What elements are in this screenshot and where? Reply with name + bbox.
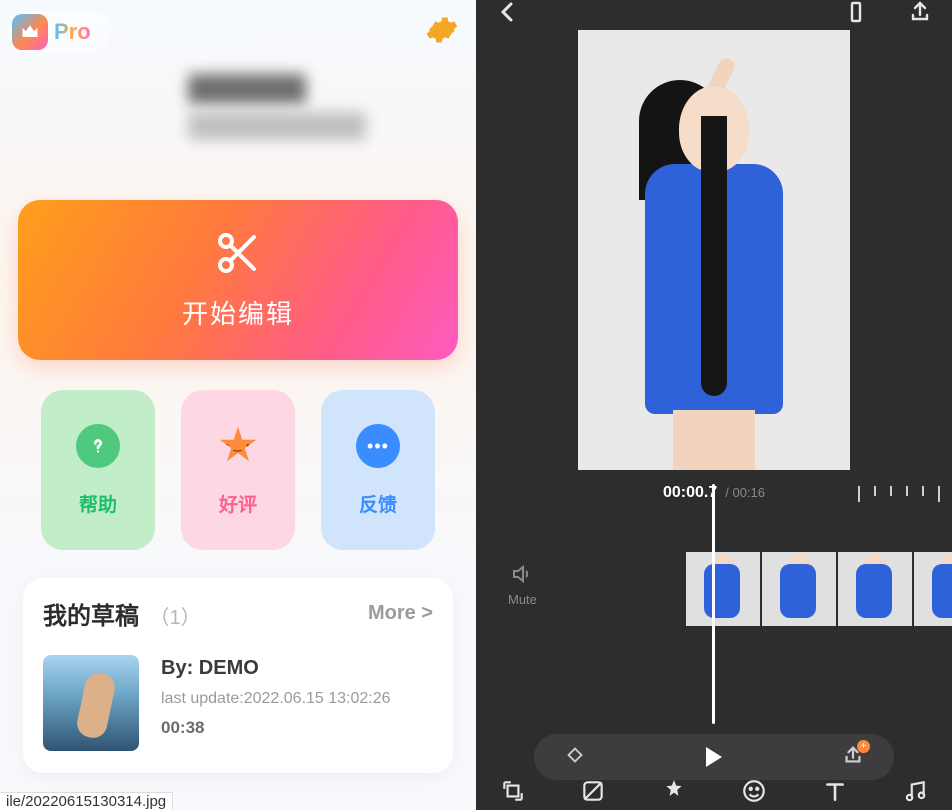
draft-meta: By: DEMO last update:2022.06.15 13:02:26… xyxy=(161,655,391,751)
scissors-icon xyxy=(214,229,262,282)
pro-badge[interactable]: Pro xyxy=(8,12,111,52)
draft-duration: 00:38 xyxy=(161,718,391,738)
user-info xyxy=(188,74,468,140)
crown-icon xyxy=(12,14,48,50)
help-button[interactable]: 帮助 xyxy=(41,390,155,550)
feedback-button[interactable]: ••• 反馈 xyxy=(321,390,435,550)
sticker-icon[interactable] xyxy=(741,778,767,809)
feedback-label: 反馈 xyxy=(359,490,397,517)
user-sub-redacted xyxy=(188,112,366,140)
draft-updated: last update:2022.06.15 13:02:26 xyxy=(161,690,391,708)
rate-label: 好评 xyxy=(219,490,257,517)
drafts-header: 我的草稿 （1） More > xyxy=(43,596,433,631)
start-edit-button[interactable]: 开始编辑 xyxy=(18,200,458,360)
file-path-hint: ile/20220615130314.jpg xyxy=(0,792,173,810)
pro-label: Pro xyxy=(54,19,91,45)
user-name-redacted xyxy=(188,74,306,104)
timeline[interactable]: Mute xyxy=(476,514,952,654)
time-total: / 00:16 xyxy=(725,485,765,500)
clip-frame xyxy=(914,552,952,626)
text-icon[interactable] xyxy=(822,778,848,809)
drafts-title: 我的草稿 xyxy=(43,603,139,630)
filter-icon[interactable] xyxy=(580,778,606,809)
keyframe-button[interactable] xyxy=(564,744,586,771)
back-button[interactable] xyxy=(496,0,520,29)
draft-thumbnail xyxy=(43,655,139,751)
draft-author: By: DEMO xyxy=(161,657,391,680)
aspect-button[interactable] xyxy=(844,0,868,29)
drafts-card: 我的草稿 （1） More > By: DEMO last update:202… xyxy=(23,578,453,773)
mute-button[interactable]: Mute xyxy=(508,562,537,607)
chat-icon: ••• xyxy=(356,424,400,468)
rate-button[interactable]: • ‿ • 好评 xyxy=(181,390,295,550)
settings-button[interactable] xyxy=(424,13,458,52)
draft-item[interactable]: By: DEMO last update:2022.06.15 13:02:26… xyxy=(43,655,433,751)
clip-frame xyxy=(838,552,912,626)
export-button[interactable] xyxy=(908,0,932,29)
star-icon: • ‿ • xyxy=(216,424,260,468)
clip-frame xyxy=(762,552,836,626)
editor-panel: 00:00.7 / 00:16 Mute + xyxy=(476,0,952,810)
playback-bar: + xyxy=(534,734,894,780)
editor-topbar xyxy=(476,0,952,26)
music-icon[interactable] xyxy=(902,778,928,809)
clip-strip[interactable] xyxy=(686,552,952,626)
play-button[interactable] xyxy=(706,747,722,767)
clip-frame xyxy=(686,552,760,626)
start-edit-label: 开始编辑 xyxy=(182,294,294,331)
crop-icon[interactable] xyxy=(500,778,526,809)
video-preview[interactable] xyxy=(578,30,850,470)
quick-actions: 帮助 • ‿ • 好评 ••• 反馈 xyxy=(8,390,468,550)
time-current: 00:00.7 xyxy=(663,484,717,502)
playhead[interactable] xyxy=(712,484,715,724)
help-label: 帮助 xyxy=(79,490,117,517)
top-bar: Pro xyxy=(8,8,468,52)
add-clip-button[interactable]: + xyxy=(842,744,864,771)
drafts-count: （1） xyxy=(149,607,200,629)
help-icon xyxy=(76,424,120,468)
tool-row xyxy=(476,778,952,810)
effects-icon[interactable] xyxy=(661,778,687,809)
home-panel: Pro 开始编辑 帮助 • ‿ • 好评 xyxy=(0,0,476,810)
more-drafts-link[interactable]: More > xyxy=(368,602,433,625)
timeline-ticks xyxy=(858,486,940,502)
mute-label: Mute xyxy=(508,592,537,607)
